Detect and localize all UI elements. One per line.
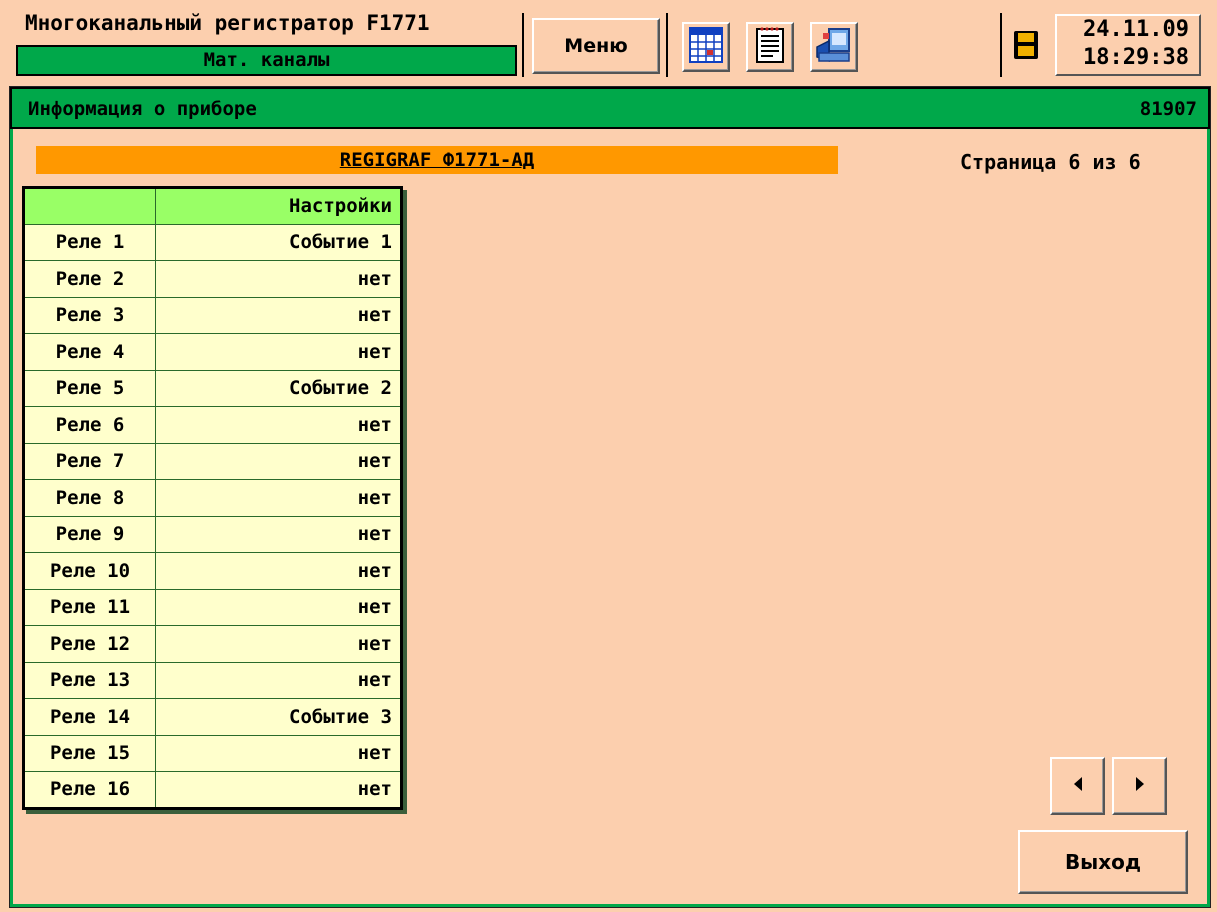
table-header-row: Настройки bbox=[23, 187, 402, 225]
relay-settings-table: Настройки Реле 1 Событие 1 Реле 2 нет Реле 3… bbox=[22, 186, 403, 810]
relay-setting-cell: нет bbox=[155, 661, 402, 699]
table-row: Реле 2 нет bbox=[23, 260, 402, 298]
table-row: Реле 10 нет bbox=[23, 552, 402, 590]
table-row: Реле 15 нет bbox=[23, 734, 402, 772]
relay-name-cell: Реле 16 bbox=[23, 771, 156, 809]
export-button[interactable] bbox=[810, 22, 858, 72]
table-row: Реле 7 нет bbox=[23, 442, 402, 480]
serial-number: 81907 bbox=[1139, 98, 1197, 120]
relay-name-cell: Реле 12 bbox=[23, 625, 156, 663]
table-row: Реле 8 нет bbox=[23, 479, 402, 517]
page-indicator: Страница 6 из 6 bbox=[960, 150, 1141, 174]
table-row: Реле 14 Событие 3 bbox=[23, 698, 402, 736]
separator bbox=[666, 13, 668, 77]
relay-name-cell: Реле 8 bbox=[23, 479, 156, 517]
relay-name-cell: Реле 3 bbox=[23, 296, 156, 334]
relay-setting-cell: нет bbox=[155, 260, 402, 298]
relay-name-cell: Реле 6 bbox=[23, 406, 156, 444]
relay-setting-cell: нет bbox=[155, 515, 402, 553]
relay-setting-cell: нет bbox=[155, 296, 402, 334]
relay-setting-cell: нет bbox=[155, 442, 402, 480]
next-page-button[interactable] bbox=[1112, 757, 1167, 815]
relay-setting-cell: Событие 2 bbox=[155, 369, 402, 407]
relay-setting-cell: нет bbox=[155, 771, 402, 809]
relay-name-cell: Реле 15 bbox=[23, 734, 156, 772]
table-row: Реле 9 нет bbox=[23, 515, 402, 553]
relay-setting-cell: нет bbox=[155, 625, 402, 663]
model-name-bar: REGIGRAF Ф1771-АД bbox=[36, 146, 838, 174]
table-button[interactable] bbox=[682, 22, 730, 72]
table-icon bbox=[689, 27, 723, 67]
relay-name-cell: Реле 2 bbox=[23, 260, 156, 298]
document-icon bbox=[755, 26, 785, 68]
relay-setting-cell: нет bbox=[155, 552, 402, 590]
mode-subtitle: Мат. каналы bbox=[16, 45, 517, 76]
relay-name-cell: Реле 4 bbox=[23, 333, 156, 371]
relay-setting-cell: нет bbox=[155, 588, 402, 626]
relay-setting-cell: Событие 3 bbox=[155, 698, 402, 736]
document-button[interactable] bbox=[746, 22, 794, 72]
app-title: Многоканальный регистратор F1771 bbox=[25, 11, 430, 35]
relay-name-cell: Реле 1 bbox=[23, 223, 156, 261]
triangle-left-icon bbox=[1072, 776, 1084, 796]
relay-setting-cell: нет bbox=[155, 333, 402, 371]
relay-name-cell: Реле 11 bbox=[23, 588, 156, 626]
separator bbox=[522, 13, 524, 77]
table-row: Реле 1 Событие 1 bbox=[23, 223, 402, 261]
floppy-disk-icon bbox=[1013, 30, 1039, 64]
table-row: Реле 5 Событие 2 bbox=[23, 369, 402, 407]
prev-page-button[interactable] bbox=[1050, 757, 1105, 815]
datetime-display: 24.11.09 18:29:38 bbox=[1055, 14, 1201, 76]
date-display: 24.11.09 bbox=[1083, 17, 1189, 42]
export-icon bbox=[815, 27, 853, 67]
relay-setting-cell: нет bbox=[155, 406, 402, 444]
relay-name-cell: Реле 14 bbox=[23, 698, 156, 736]
relay-name-cell: Реле 5 bbox=[23, 369, 156, 407]
table-row: Реле 11 нет bbox=[23, 588, 402, 626]
relay-name-cell: Реле 10 bbox=[23, 552, 156, 590]
relay-name-cell: Реле 7 bbox=[23, 442, 156, 480]
exit-button[interactable]: Выход bbox=[1018, 830, 1188, 894]
relay-setting-cell: Событие 1 bbox=[155, 223, 402, 261]
relay-setting-cell: нет bbox=[155, 734, 402, 772]
relay-setting-cell: нет bbox=[155, 479, 402, 517]
relay-name-cell: Реле 13 bbox=[23, 661, 156, 699]
table-row: Реле 6 нет bbox=[23, 406, 402, 444]
separator bbox=[1000, 13, 1002, 77]
column-header-settings: Настройки bbox=[155, 187, 402, 225]
table-row: Реле 4 нет bbox=[23, 333, 402, 371]
model-name: REGIGRAF Ф1771-АД bbox=[339, 149, 535, 171]
relay-rows: Реле 1 Событие 1 Реле 2 нет Реле 3 нет Реле 4н… bbox=[23, 223, 402, 809]
menu-button[interactable]: Меню bbox=[532, 18, 660, 74]
table-row: Реле 12 нет bbox=[23, 625, 402, 663]
triangle-right-icon bbox=[1134, 776, 1146, 796]
panel-title: Информация о приборе bbox=[28, 98, 257, 120]
time-display: 18:29:38 bbox=[1083, 45, 1189, 70]
table-row: Реле 3 нет bbox=[23, 296, 402, 334]
column-header-relay bbox=[23, 187, 156, 225]
table-row: Реле 13 нет bbox=[23, 661, 402, 699]
table-row: Реле 16 нет bbox=[23, 771, 402, 809]
relay-name-cell: Реле 9 bbox=[23, 515, 156, 553]
